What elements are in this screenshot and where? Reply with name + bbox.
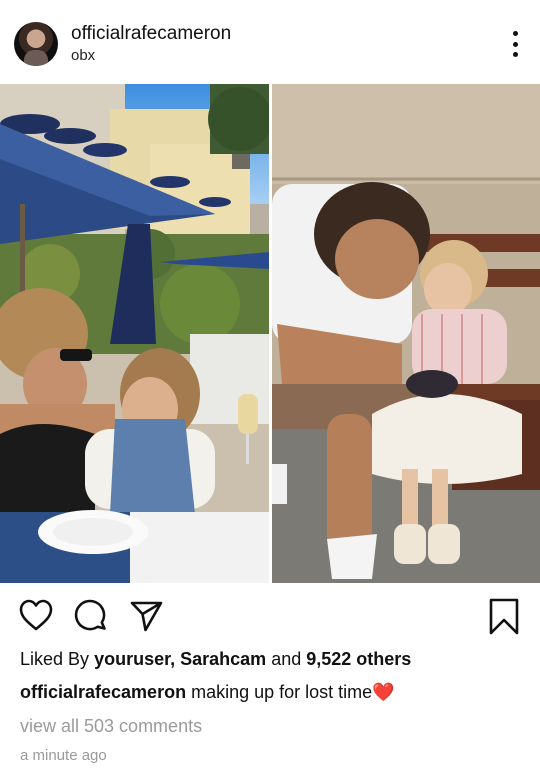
liker-sarahcam[interactable]: Sarahcam: [180, 649, 266, 669]
more-options-icon[interactable]: [510, 31, 520, 57]
caption-text: making up for lost time: [191, 682, 373, 702]
send-icon[interactable]: [128, 598, 164, 634]
post-location[interactable]: obx: [71, 47, 95, 64]
bookmark-icon[interactable]: [488, 598, 520, 636]
author-username[interactable]: officialrafecameron: [71, 23, 231, 45]
caption-author[interactable]: officialrafecameron: [20, 682, 186, 702]
view-all-comments-link[interactable]: view all 503 comments: [20, 716, 202, 737]
post-action-bar: [0, 596, 540, 638]
post-timestamp: a minute ago: [20, 747, 107, 764]
likes-and: and: [271, 649, 302, 669]
post-header: officialrafecameron obx: [0, 0, 540, 84]
post-photo-left[interactable]: [0, 84, 269, 583]
comment-icon[interactable]: [73, 598, 109, 634]
heart-emoji-icon: ❤️: [372, 682, 395, 702]
post-media-carousel[interactable]: [0, 84, 540, 583]
liker-youruser[interactable]: youruser,: [94, 649, 175, 669]
likes-prefix: Liked By: [20, 649, 90, 669]
likes-count[interactable]: 9,522 others: [306, 649, 411, 669]
post-caption: officialrafecameron making up for lost t…: [20, 682, 395, 703]
author-avatar[interactable]: [14, 22, 58, 66]
post-photo-right[interactable]: [272, 84, 540, 583]
likes-summary[interactable]: Liked By youruser, Sarahcam and 9,522 ot…: [20, 649, 411, 670]
heart-icon[interactable]: [18, 598, 54, 634]
